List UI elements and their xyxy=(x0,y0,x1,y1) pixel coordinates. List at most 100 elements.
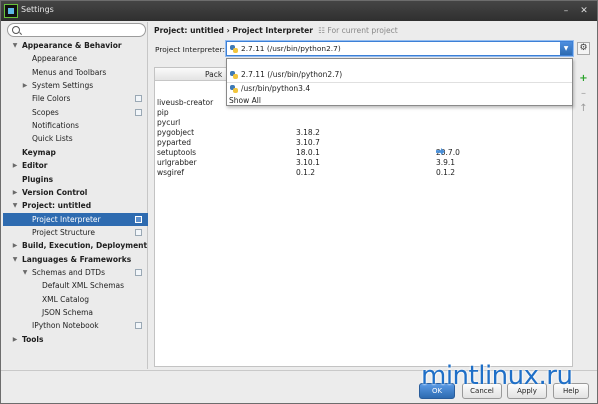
dropdown-option-label: 2.7.11 (/usr/bin/python2.7) xyxy=(241,70,343,79)
python-icon xyxy=(230,45,238,53)
interpreter-select[interactable]: 2.7.11 (/usr/bin/python2.7) ▼ xyxy=(226,41,573,56)
collapse-arrow-icon[interactable]: ▶ xyxy=(11,159,19,172)
upgrade-package-icon[interactable]: ↑ xyxy=(577,102,590,115)
sidebar-item-label: Schemas and DTDs xyxy=(32,267,105,277)
sidebar-item[interactable]: ▶ Build, Execution, Deployment xyxy=(3,239,148,252)
sidebar-item-label: XML Catalog xyxy=(42,294,89,304)
package-name-cell: pyparted xyxy=(157,138,191,147)
project-scope-icon xyxy=(135,108,142,116)
package-name-cell: liveusb-creator xyxy=(157,98,214,107)
python-icon xyxy=(230,71,238,79)
dropdown-option[interactable]: /usr/bin/python3.4 xyxy=(227,83,572,95)
version-cell: 0.1.2 xyxy=(296,168,316,177)
sidebar-item[interactable]: IPython Notebook xyxy=(3,319,148,332)
sidebar-item[interactable]: Plugins xyxy=(3,173,148,186)
table-row[interactable]: urlgrabber 3.10.1 3.9.1 xyxy=(155,158,572,168)
sidebar-item[interactable]: ▶ Tools xyxy=(3,333,148,346)
sidebar-item[interactable]: ▶ System Settings xyxy=(3,79,148,92)
expand-arrow-icon[interactable]: ▼ xyxy=(11,199,19,212)
table-row[interactable]: pycurl xyxy=(155,118,572,128)
sidebar-item-label: Default XML Schemas xyxy=(42,281,125,291)
sidebar-item-label: Editor xyxy=(22,161,48,171)
sidebar-item[interactable]: ▼ Appearance & Behavior xyxy=(3,39,148,52)
sidebar-item[interactable]: JSON Schema xyxy=(3,306,148,319)
minimize-icon[interactable]: – xyxy=(560,5,572,17)
window-title: Settings xyxy=(21,5,54,14)
latest-version-text: 0.1.2 xyxy=(436,168,456,177)
project-scope-icon xyxy=(135,268,142,276)
interpreter-label: Project Interpreter: xyxy=(155,45,225,54)
version-cell: 18.0.1 xyxy=(296,148,320,157)
latest-version-cell: 0.1.2 xyxy=(436,168,455,178)
package-name-cell: pip xyxy=(157,108,169,117)
package-name-cell: wsgiref xyxy=(157,168,185,177)
latest-version-cell: 20.7.0 xyxy=(436,148,460,158)
dropdown-option-label: /usr/bin/python3.4 xyxy=(241,84,311,93)
sidebar-item-label: Keymap xyxy=(22,147,56,157)
breadcrumb-note-text: For current project xyxy=(327,26,398,35)
sidebar-item[interactable]: File Colors xyxy=(3,92,148,105)
sidebar-item-label: Tools xyxy=(22,334,44,344)
remove-package-icon[interactable]: – xyxy=(577,87,590,100)
sidebar-item[interactable]: ▼ Languages & Frameworks xyxy=(3,253,148,266)
sidebar-item[interactable]: ▼ Schemas and DTDs xyxy=(3,266,148,279)
project-scope-icon xyxy=(135,215,142,223)
close-icon[interactable]: ✕ xyxy=(578,5,590,17)
latest-version-text: 3.9.1 xyxy=(436,158,456,167)
expand-arrow-icon[interactable]: ▼ xyxy=(11,39,19,52)
settings-search[interactable] xyxy=(7,23,146,37)
expand-arrow-icon[interactable]: ▼ xyxy=(21,266,29,279)
sidebar-item[interactable]: ▶ Version Control xyxy=(3,186,148,199)
collapse-arrow-icon[interactable]: ▶ xyxy=(11,186,19,199)
sidebar-item-label: Languages & Frameworks xyxy=(22,254,132,264)
dropdown-option[interactable]: 2.7.11 (/usr/bin/python2.7) xyxy=(227,69,572,81)
python-icon xyxy=(230,85,238,93)
add-package-icon[interactable]: + xyxy=(577,72,590,85)
chevron-down-icon[interactable]: ▼ xyxy=(560,42,572,55)
sidebar-item[interactable]: Notifications xyxy=(3,119,148,132)
table-row[interactable]: wsgiref 0.1.2 0.1.2 xyxy=(155,168,572,178)
table-row[interactable]: setuptools 18.0.1 20.7.0 xyxy=(155,148,572,158)
sidebar-item[interactable]: ▶ Editor xyxy=(3,159,148,172)
search-input[interactable] xyxy=(24,25,142,35)
table-row[interactable]: pip xyxy=(155,108,572,118)
sidebar-item[interactable]: ▼ Project: untitled xyxy=(3,199,148,212)
sidebar-item[interactable]: Keymap xyxy=(3,146,148,159)
watermark: mintlinux.ru xyxy=(421,361,573,391)
sidebar-item-label: Project Structure xyxy=(32,227,95,237)
gear-icon[interactable]: ⚙ xyxy=(577,42,590,55)
breadcrumb-note: ☷ For current project xyxy=(315,26,398,35)
dropdown-option-label: Show All xyxy=(229,96,261,105)
collapse-arrow-icon[interactable]: ▶ xyxy=(21,79,29,92)
sidebar-item-label: JSON Schema xyxy=(42,308,94,317)
title-bar: Settings – ✕ xyxy=(1,1,597,21)
sidebar-item[interactable]: XML Catalog xyxy=(3,293,148,306)
sidebar-item-label: Appearance xyxy=(32,54,78,64)
sidebar-item-label: System Settings xyxy=(32,81,94,91)
sidebar-item-label: Project Interpreter xyxy=(32,214,101,224)
sidebar-item[interactable]: Default XML Schemas xyxy=(3,279,148,292)
sidebar-item[interactable]: Appearance xyxy=(3,52,148,65)
column-header-label: Pack xyxy=(205,70,223,79)
sidebar-item-label: Appearance & Behavior xyxy=(22,41,122,50)
breadcrumb: Project: untitled › Project Interpreter … xyxy=(154,26,398,35)
sidebar-item[interactable]: Quick Lists xyxy=(3,132,148,145)
sidebar-item[interactable]: Scopes xyxy=(3,106,148,119)
table-row[interactable]: pygobject 3.18.2 xyxy=(155,128,572,138)
sidebar-item[interactable]: Project Interpreter xyxy=(3,212,148,226)
expand-arrow-icon[interactable]: ▼ xyxy=(11,253,19,266)
interpreter-value: 2.7.11 (/usr/bin/python2.7) xyxy=(241,44,341,53)
dropdown-option-show-all[interactable]: Show All xyxy=(227,95,572,107)
package-name-cell: urlgrabber xyxy=(157,158,197,167)
collapse-arrow-icon[interactable]: ▶ xyxy=(11,239,19,252)
sidebar-item[interactable]: Project Structure xyxy=(3,226,148,239)
settings-sidebar: ▼ Appearance & Behavior Appearance Menus an… xyxy=(3,22,148,369)
settings-window: Settings – ✕ ▼ Appearance & Behavior Appea… xyxy=(0,0,598,404)
package-name-cell: pycurl xyxy=(157,118,181,127)
sidebar-item-label: Project: untitled xyxy=(22,201,92,211)
table-row[interactable]: pyparted 3.10.7 xyxy=(155,138,572,148)
sidebar-item[interactable]: Menus and Toolbars xyxy=(3,66,148,79)
project-scope-icon xyxy=(135,228,142,236)
latest-version-cell: 3.9.1 xyxy=(436,158,455,168)
collapse-arrow-icon[interactable]: ▶ xyxy=(11,333,19,346)
